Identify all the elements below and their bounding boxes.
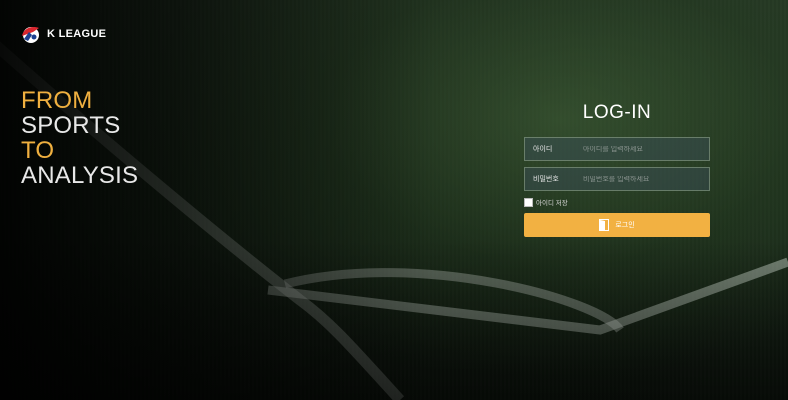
door-icon	[599, 219, 610, 231]
slogan-line: TO	[21, 137, 55, 164]
login-button[interactable]: 로그인	[524, 213, 710, 237]
remember-id-label: 아이디 저장	[536, 200, 568, 207]
login-title: LOG-IN	[582, 102, 652, 123]
id-field[interactable]: 아이디	[524, 137, 710, 161]
k-league-emblem-icon	[22, 26, 39, 43]
slogan-line: FROM	[21, 87, 93, 114]
slogan: FROM SPORTS TO ANALYSIS	[21, 88, 138, 188]
login-button-label: 로그인	[615, 222, 635, 229]
id-label: 아이디	[533, 146, 553, 153]
slogan-line: ANALYSIS	[21, 162, 139, 189]
password-field[interactable]: 비밀번호	[524, 167, 710, 191]
login-panel: LOG-IN 아이디 비밀번호 아이디 저장 로그인	[524, 102, 710, 237]
password-label: 비밀번호	[533, 176, 559, 183]
brand-name: K LEAGUE	[47, 28, 107, 40]
password-input[interactable]	[579, 175, 709, 183]
remember-id-checkbox[interactable]	[524, 197, 533, 207]
slogan-line: SPORTS	[21, 112, 121, 139]
remember-id-option[interactable]: 아이디 저장	[524, 196, 710, 208]
brand-logo[interactable]: K LEAGUE	[19, 24, 106, 44]
id-input[interactable]	[579, 145, 709, 153]
